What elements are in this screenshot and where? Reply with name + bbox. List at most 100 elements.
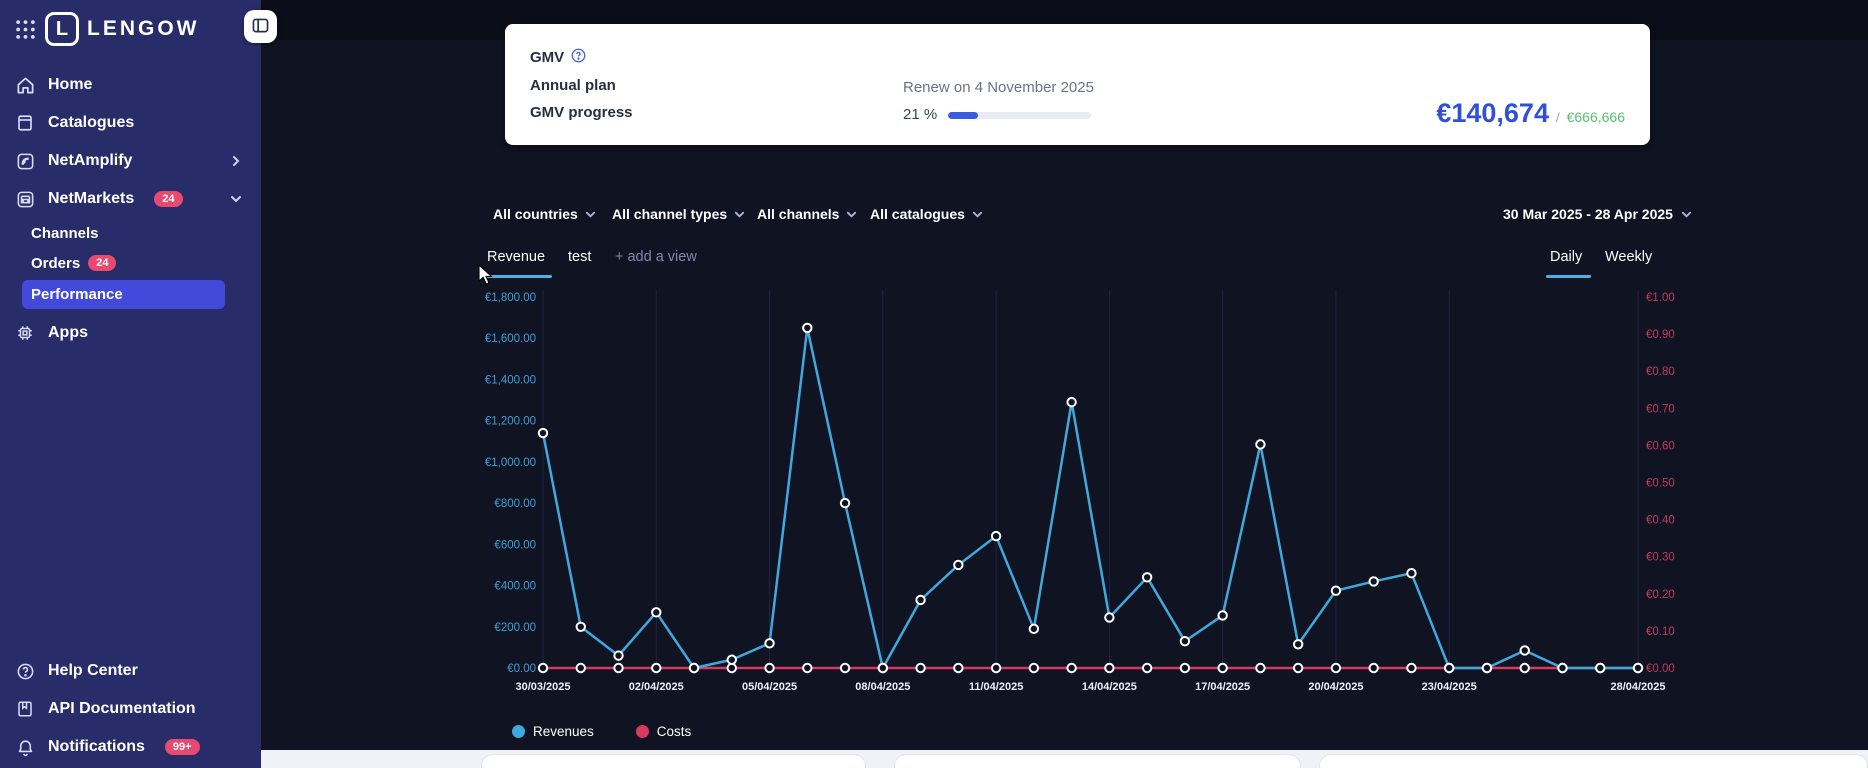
daily-tab-underline <box>1546 275 1591 278</box>
svg-text:€1,600.00: €1,600.00 <box>485 333 536 345</box>
lengow-logo[interactable]: L LENGOW <box>45 12 200 46</box>
svg-text:23/04/2025: 23/04/2025 <box>1422 681 1477 693</box>
filter-label: All catalogues <box>870 206 965 222</box>
filter-label: All channels <box>757 206 839 222</box>
filter-label: All countries <box>493 206 578 222</box>
sidebar-item-label: Notifications <box>48 738 145 756</box>
svg-text:€0.40: €0.40 <box>1646 515 1675 527</box>
sidebar-item-api-documentation[interactable]: API Documentation <box>0 690 261 728</box>
bottom-card <box>481 754 866 768</box>
sidebar-item-performance[interactable]: Performance <box>22 280 225 309</box>
netmarkets-icon <box>14 190 36 209</box>
svg-text:€0.70: €0.70 <box>1646 403 1675 415</box>
sidebar-item-label: Orders <box>31 255 80 272</box>
chevron-down-icon <box>846 209 857 220</box>
legend-item-revenues[interactable]: Revenues <box>512 724 594 739</box>
tab-daily[interactable]: Daily <box>1550 249 1582 265</box>
sidebar-item-label: Home <box>48 76 92 94</box>
home-icon <box>14 76 36 95</box>
svg-text:€1.00: €1.00 <box>1646 292 1675 304</box>
svg-text:€0.60: €0.60 <box>1646 440 1675 452</box>
gmv-card: GMV Annual plan GMV progress Renew on 4 … <box>505 24 1650 145</box>
gmv-progress-label: GMV progress <box>530 104 633 121</box>
catalogue-icon <box>14 114 36 132</box>
renew-date-text: Renew on 4 November 2025 <box>903 79 1094 96</box>
svg-text:€0.10: €0.10 <box>1646 626 1675 638</box>
sidebar-item-netamplify[interactable]: NetAmplify <box>0 142 261 180</box>
svg-text:€1,800.00: €1,800.00 <box>485 292 536 304</box>
gmv-progress-bar <box>948 112 1091 119</box>
document-icon <box>14 700 36 718</box>
apps-icon <box>14 324 36 342</box>
bottom-card <box>1319 754 1868 768</box>
filter-all-countries[interactable]: All countries <box>493 206 596 222</box>
svg-text:€0.00: €0.00 <box>1646 663 1675 675</box>
sidebar-item-apps[interactable]: Apps <box>0 314 261 352</box>
tab-test[interactable]: test <box>568 249 591 265</box>
app-grid-icon[interactable] <box>14 19 36 40</box>
sidebar-item-catalogues[interactable]: Catalogues <box>0 104 261 142</box>
svg-text:€0.30: €0.30 <box>1646 552 1675 564</box>
sidebar: L LENGOW Home Catalogues Net <box>0 0 261 768</box>
bottom-cards-strip <box>261 750 1868 768</box>
gmv-title: GMV <box>530 49 564 66</box>
svg-text:02/04/2025: 02/04/2025 <box>629 681 684 693</box>
chart-legend: Revenues Costs <box>512 724 691 739</box>
orders-badge: 24 <box>88 255 116 271</box>
sidebar-item-label: Help Center <box>48 662 138 680</box>
sidebar-item-label: Catalogues <box>48 114 134 132</box>
add-view-button[interactable]: + add a view <box>615 249 697 265</box>
sidebar-item-orders[interactable]: Orders 24 <box>0 248 261 278</box>
svg-text:05/04/2025: 05/04/2025 <box>742 681 797 693</box>
sidebar-nav: Home Catalogues NetAmplify <box>0 66 261 352</box>
tab-weekly[interactable]: Weekly <box>1605 249 1652 265</box>
sidebar-item-netmarkets[interactable]: NetMarkets 24 <box>0 180 261 218</box>
svg-text:€600.00: €600.00 <box>494 539 536 551</box>
gmv-progress-percent: 21 % <box>903 106 937 123</box>
netamplify-icon <box>14 152 36 171</box>
svg-text:14/04/2025: 14/04/2025 <box>1082 681 1137 693</box>
sidebar-item-label: Channels <box>31 225 99 242</box>
sidebar-collapse-button[interactable] <box>244 10 277 43</box>
filter-all-channels[interactable]: All channels <box>757 206 857 222</box>
svg-text:€0.80: €0.80 <box>1646 366 1675 378</box>
legend-label: Costs <box>657 724 692 739</box>
date-range-picker[interactable]: 30 Mar 2025 - 28 Apr 2025 <box>1503 206 1692 222</box>
filter-all-channel-types[interactable]: All channel types <box>612 206 745 222</box>
svg-text:€200.00: €200.00 <box>494 622 536 634</box>
legend-item-costs[interactable]: Costs <box>636 724 692 739</box>
svg-text:€0.20: €0.20 <box>1646 589 1675 601</box>
svg-text:€1,400.00: €1,400.00 <box>485 374 536 386</box>
filter-label: All channel types <box>612 206 727 222</box>
svg-text:€0.90: €0.90 <box>1646 329 1675 341</box>
sidebar-item-label: API Documentation <box>48 700 196 718</box>
help-icon <box>14 662 36 681</box>
costs-dot-icon <box>636 725 649 738</box>
svg-text:08/04/2025: 08/04/2025 <box>855 681 910 693</box>
chevron-down-icon <box>972 209 983 220</box>
lengow-logo-mark: L <box>45 12 79 46</box>
chevron-down-icon <box>225 193 247 205</box>
chevron-down-icon <box>585 209 596 220</box>
annual-plan-label: Annual plan <box>530 77 616 94</box>
filter-all-catalogues[interactable]: All catalogues <box>870 206 983 222</box>
tab-revenue[interactable]: Revenue <box>487 249 545 265</box>
sidebar-footer: Help Center API Documentation Notificati… <box>0 652 261 766</box>
sidebar-item-label: NetMarkets <box>48 190 134 208</box>
sidebar-item-label: NetAmplify <box>48 152 132 170</box>
gmv-target-value: €666,666 <box>1567 109 1625 125</box>
sidebar-item-label: Performance <box>31 286 123 303</box>
sidebar-item-channels[interactable]: Channels <box>0 218 261 248</box>
chevron-down-icon <box>734 209 745 220</box>
svg-text:€400.00: €400.00 <box>494 581 536 593</box>
sidebar-item-notifications[interactable]: Notifications 99+ <box>0 728 261 766</box>
chevron-right-icon <box>225 155 247 167</box>
gmv-progress-fill <box>948 112 978 119</box>
gmv-help-icon[interactable] <box>571 48 586 67</box>
sidebar-item-home[interactable]: Home <box>0 66 261 104</box>
bell-icon <box>14 738 36 757</box>
sidebar-item-help-center[interactable]: Help Center <box>0 652 261 690</box>
bottom-card <box>894 754 1301 768</box>
svg-text:€1,200.00: €1,200.00 <box>485 416 536 428</box>
svg-text:€800.00: €800.00 <box>494 498 536 510</box>
